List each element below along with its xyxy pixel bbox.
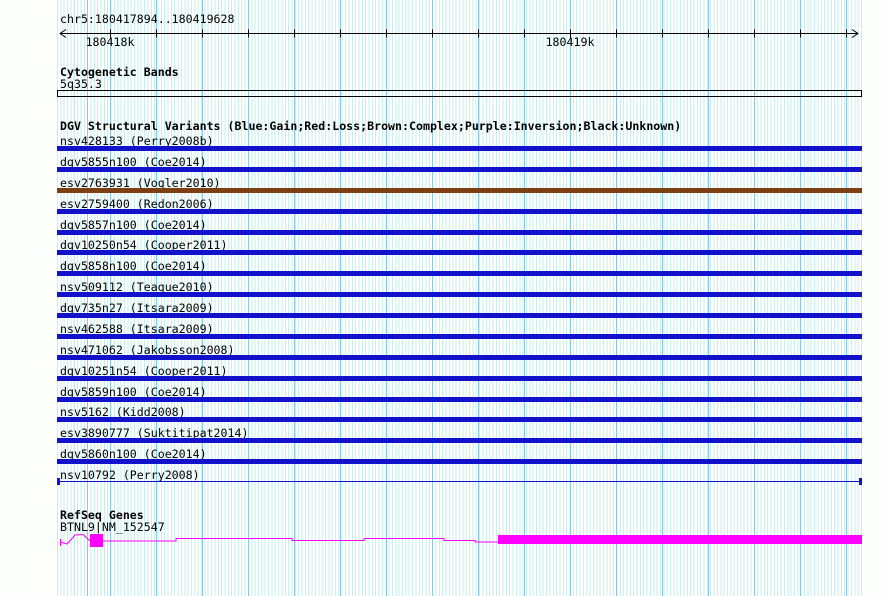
variant-bar[interactable] — [57, 396, 862, 402]
refseq-gene-name-label[interactable]: BTNL9|NM_152547 — [60, 521, 165, 534]
variant-track-row: esv3890777 (Suktitipat2014) — [0, 427, 890, 448]
section-title-dgv-structural-variants: DGV Structural Variants (Blue:Gain;Red:L… — [60, 119, 682, 133]
variant-bar[interactable] — [57, 438, 862, 444]
variant-track-row: dgv5860n100 (Coe2014) — [0, 448, 890, 469]
variant-track-row: nsv10792 (Perry2008) — [0, 469, 890, 490]
gene-leading-squiggle — [59, 533, 91, 545]
variant-track-row: dgv10251n54 (Cooper2011) — [0, 364, 890, 386]
variant-bar[interactable] — [57, 375, 862, 381]
variant-track-row: nsv462588 (Itsara2009) — [0, 323, 890, 344]
cytogenetic-band-label[interactable]: 5q35.3 — [60, 78, 102, 91]
variant-track-row: dgv5855n100 (Coe2014) — [0, 156, 890, 177]
variant-track-row: nsv5162 (Kidd2008) — [0, 406, 890, 427]
gene-exon-box-large[interactable] — [498, 535, 862, 544]
variant-track-row: dgv735n27 (Itsara2009) — [0, 302, 890, 323]
coordinate-ruler — [59, 29, 859, 38]
variant-track-row: nsv471062 (Jakobsson2008) — [0, 343, 890, 365]
variant-bar[interactable] — [57, 166, 862, 172]
variant-bar[interactable] — [57, 354, 862, 360]
variant-bar[interactable] — [57, 187, 862, 193]
variant-track-row: dgv5857n100 (Coe2014) — [0, 218, 890, 240]
variant-bar[interactable] — [57, 417, 862, 423]
variant-bar[interactable] — [57, 146, 862, 151]
variant-track-row: esv2763931 (Vogler2010) — [0, 176, 890, 198]
variant-bar[interactable] — [57, 271, 862, 277]
ruler-major-tick-label: 180419k — [545, 35, 595, 49]
region-coordinates-title: chr5:180417894..180419628 — [60, 12, 235, 26]
gene-exon-box[interactable] — [90, 534, 103, 547]
variant-track-row: dgv5858n100 (Coe2014) — [0, 260, 890, 281]
variant-bar[interactable] — [57, 313, 862, 318]
variant-bar[interactable] — [57, 333, 862, 339]
variant-bar[interactable] — [57, 292, 862, 298]
variant-bar[interactable] — [57, 229, 862, 235]
genome-browser-view: chr5:180417894..180419628 180418k 180419… — [0, 0, 890, 596]
variant-track-row: esv2759400 (Redon2006) — [0, 197, 890, 219]
cytogenetic-band-glyph[interactable] — [57, 90, 862, 97]
variant-bar[interactable] — [57, 250, 862, 256]
variant-span-line[interactable] — [57, 478, 862, 485]
variant-track-row: nsv428133 (Perry2008b) — [0, 135, 890, 156]
variant-track-row: nsv509112 (Teague2010) — [0, 281, 890, 302]
ruler-major-tick-label: 180418k — [85, 35, 135, 49]
variant-bar[interactable] — [57, 208, 862, 214]
variant-bar[interactable] — [57, 459, 862, 465]
gene-intron-line — [103, 538, 498, 543]
variant-track-row: dgv10250n54 (Cooper2011) — [0, 239, 890, 260]
refseq-gene-glyph[interactable] — [59, 533, 862, 547]
variant-track-row: dgv5859n100 (Coe2014) — [0, 385, 890, 407]
